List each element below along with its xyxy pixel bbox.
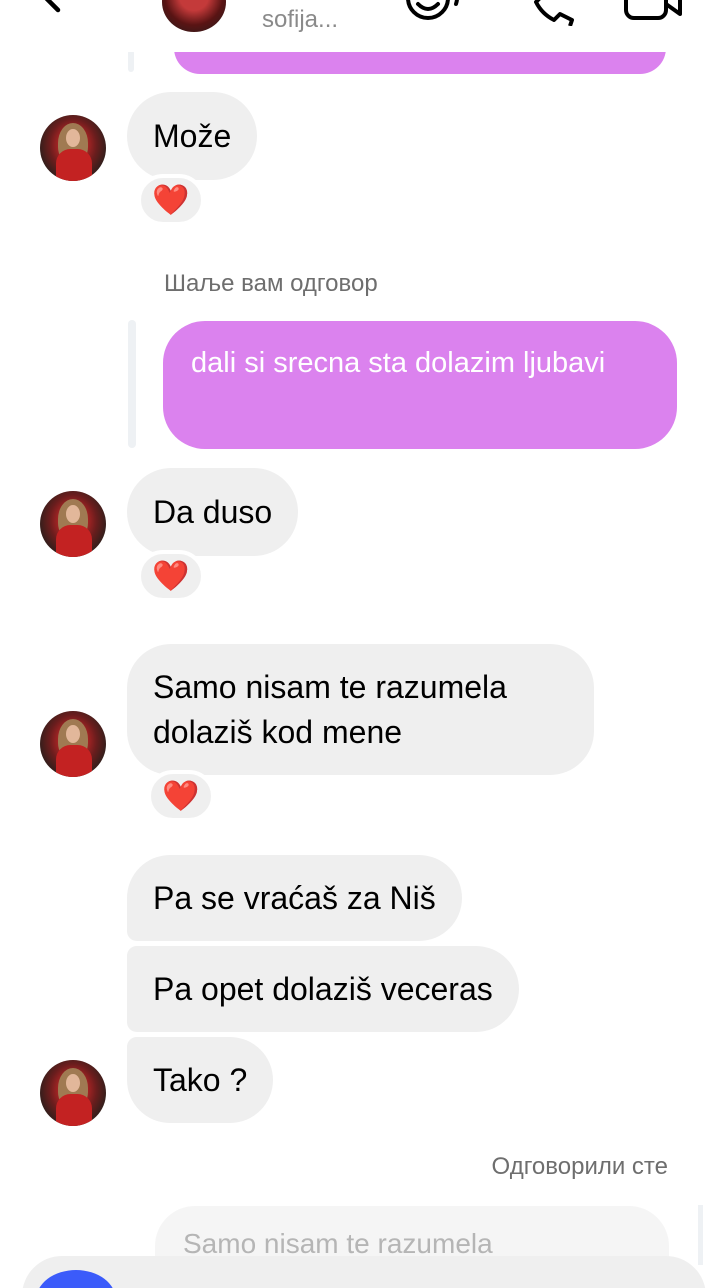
incoming-message-bubble[interactable]: Pa se vraćaš za Niš — [127, 855, 462, 941]
phone-icon[interactable] — [518, 0, 574, 26]
message-composer[interactable] — [22, 1256, 706, 1288]
message-text: Da duso — [153, 493, 273, 530]
message-text: Samo nisam te razumela dolaziš kod mene — [153, 668, 507, 750]
incoming-message-bubble[interactable]: Samo nisam te razumela dolaziš kod mene — [127, 644, 594, 775]
incoming-message-bubble[interactable]: Da duso — [127, 468, 299, 556]
message-text: Može — [153, 117, 232, 154]
sender-avatar[interactable] — [40, 115, 106, 181]
reply-status-label: Одговорили сте — [491, 1153, 668, 1180]
heart-icon: ❤️ — [152, 558, 190, 594]
contact-avatar[interactable] — [162, 0, 226, 32]
message-text: Pa opet dolaziš veceras — [153, 970, 493, 1007]
sender-avatar[interactable] — [40, 491, 106, 557]
heart-icon: ❤️ — [152, 182, 190, 218]
back-arrow-icon[interactable] — [36, 0, 92, 18]
sticker-icon[interactable] — [404, 0, 464, 28]
heart-reaction[interactable]: ❤️ — [147, 770, 215, 822]
reply-caption: Шаље вам одговор — [164, 270, 378, 297]
chat-header: sofija... — [0, 0, 723, 52]
video-camera-icon[interactable] — [620, 0, 684, 24]
message-text: dali si srecna sta dolazim ljubavi — [191, 347, 606, 379]
reply-thread-line — [698, 1205, 703, 1265]
incoming-message-bubble[interactable]: Može — [127, 92, 258, 180]
incoming-message-bubble[interactable]: Tako ? — [127, 1037, 274, 1123]
heart-reaction[interactable]: ❤️ — [137, 174, 205, 226]
message-text: Pa se vraćaš za Niš — [153, 879, 436, 916]
quoted-text: Samo nisam te razumela — [183, 1228, 493, 1259]
sender-avatar[interactable] — [40, 711, 106, 777]
heart-icon: ❤️ — [162, 778, 200, 814]
reply-thread-line — [128, 50, 134, 72]
sender-avatar[interactable] — [40, 1060, 106, 1126]
reply-thread-line — [128, 320, 136, 448]
incoming-message-bubble[interactable]: Pa opet dolaziš veceras — [127, 946, 519, 1032]
contact-name[interactable]: sofija... — [262, 6, 338, 34]
message-text: Tako ? — [153, 1061, 248, 1098]
outgoing-message-bubble[interactable]: dali si srecna sta dolazim ljubavi — [163, 321, 677, 449]
heart-reaction[interactable]: ❤️ — [137, 550, 205, 602]
